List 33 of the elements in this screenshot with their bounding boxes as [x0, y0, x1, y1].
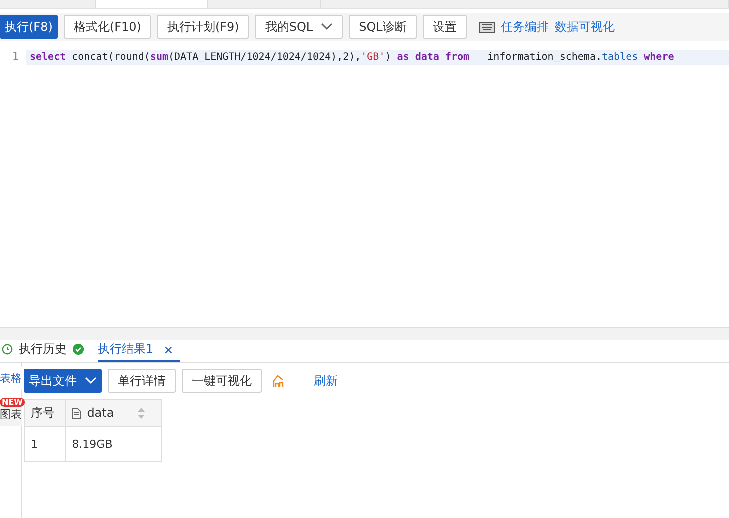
side-tab[interactable]: 图表 — [0, 406, 22, 426]
result-tab[interactable]: 执行历史 — [2, 339, 90, 362]
column-title: data — [87, 406, 114, 420]
toolbar-button[interactable]: 格式化(F10) — [64, 15, 152, 39]
result-tab[interactable]: 执行结果1 × — [98, 339, 180, 362]
toolbar-link[interactable]: 任务编排 — [500, 18, 549, 36]
side-tab[interactable]: 表格 — [0, 367, 22, 390]
refresh-link[interactable]: 刷新 — [314, 372, 338, 390]
clock-icon — [2, 344, 13, 355]
toolbar-link[interactable]: 数据可视化 — [554, 18, 615, 36]
table-cell: 1 — [24, 426, 66, 462]
file-icon — [72, 408, 82, 418]
column-header[interactable]: data — [66, 400, 162, 426]
column-header[interactable]: 序号 — [24, 400, 66, 426]
toolbar-button[interactable]: 执行(F8) — [0, 15, 58, 39]
line-number: 1 — [11, 50, 20, 63]
document-tab[interactable] — [96, 0, 208, 8]
caret-icon — [85, 377, 97, 385]
result-button[interactable]: 单行详情 — [108, 369, 176, 393]
check-circle-icon — [73, 344, 84, 355]
toolbar-button[interactable]: 设置 — [422, 15, 467, 39]
toolbar-button[interactable]: SQL诊断 — [349, 15, 417, 39]
toolbar-button[interactable]: 执行计划(F9) — [157, 15, 250, 39]
table-cell: 8.19GB — [66, 426, 162, 462]
keyboard-icon[interactable] — [478, 22, 495, 32]
result-button[interactable]: 一键可视化 — [182, 369, 262, 393]
caret-icon — [321, 23, 334, 31]
close-icon[interactable]: × — [164, 342, 174, 356]
export-button[interactable]: 导出文件 — [24, 369, 102, 393]
dropdown-button[interactable]: 我的SQL — [255, 15, 344, 39]
panel-splitter[interactable] — [0, 328, 729, 340]
sort-icon[interactable] — [138, 408, 146, 418]
new-badge: NEW — [0, 398, 25, 407]
